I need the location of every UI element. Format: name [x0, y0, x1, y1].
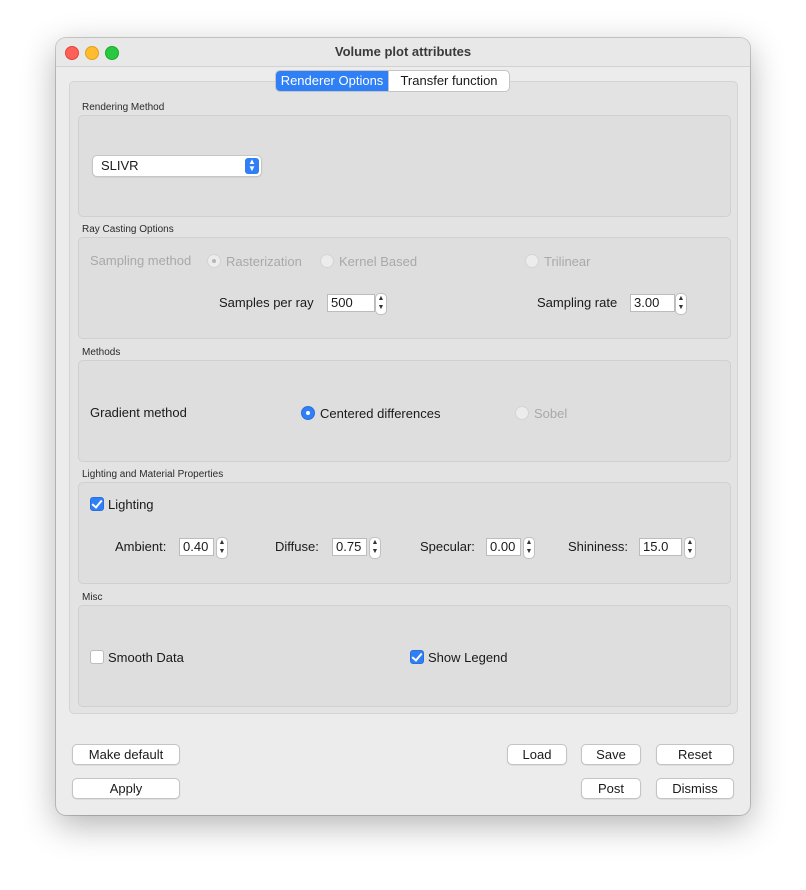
- title-bar[interactable]: Volume plot attributes: [56, 38, 750, 67]
- kernel-based-label: Kernel Based: [339, 254, 418, 269]
- sobel-radio[interactable]: [515, 406, 529, 420]
- rendering-method-select[interactable]: SLIVR ▲ ▼: [92, 155, 262, 177]
- lighting-group-label: Lighting and Material Properties: [82, 469, 224, 480]
- sobel-label: Sobel: [534, 406, 568, 421]
- load-button[interactable]: Load: [507, 744, 567, 765]
- diffuse-stepper[interactable]: ▲ ▼: [369, 537, 381, 559]
- tab-transfer-function[interactable]: Transfer function: [388, 71, 509, 91]
- rendering-method-label: Rendering Method: [82, 102, 165, 113]
- samples-per-ray-stepper[interactable]: ▲ ▼: [375, 293, 387, 315]
- specular-input[interactable]: 0.00: [486, 538, 521, 556]
- rasterization-label: Rasterization: [226, 254, 302, 269]
- methods-label: Methods: [82, 347, 121, 358]
- tab-bar: Renderer Options Transfer function: [275, 70, 510, 92]
- specular-stepper[interactable]: ▲ ▼: [523, 537, 535, 559]
- centered-differences-label: Centered differences: [320, 406, 441, 421]
- lighting-checkbox[interactable]: [90, 497, 104, 511]
- specular-label: Specular:: [420, 539, 475, 554]
- ambient-label: Ambient:: [115, 539, 167, 554]
- volume-plot-attributes-window: Volume plot attributes Renderer Options …: [56, 38, 750, 815]
- kernel-based-radio[interactable]: [320, 254, 334, 268]
- smooth-data-checkbox[interactable]: [90, 650, 104, 664]
- shininess-stepper[interactable]: ▲ ▼: [684, 537, 696, 559]
- sampling-rate-input[interactable]: 3.00: [630, 294, 675, 312]
- shininess-input[interactable]: 15.0: [639, 538, 682, 556]
- sampling-method-label: Sampling method: [90, 253, 192, 268]
- gradient-method-label: Gradient method: [90, 405, 187, 420]
- ambient-input[interactable]: 0.40: [179, 538, 214, 556]
- shininess-label: Shininess:: [568, 539, 628, 554]
- show-legend-checkbox[interactable]: [410, 650, 424, 664]
- ray-casting-label: Ray Casting Options: [82, 224, 174, 235]
- trilinear-label: Trilinear: [544, 254, 591, 269]
- smooth-data-label: Smooth Data: [108, 650, 184, 665]
- lighting-label: Lighting: [108, 497, 154, 512]
- show-legend-label: Show Legend: [428, 650, 508, 665]
- diffuse-label: Diffuse:: [275, 539, 319, 554]
- ambient-stepper[interactable]: ▲ ▼: [216, 537, 228, 559]
- tab-renderer-options[interactable]: Renderer Options: [276, 71, 388, 91]
- trilinear-radio[interactable]: [525, 254, 539, 268]
- lighting-group: [78, 482, 731, 584]
- centered-differences-radio[interactable]: [301, 406, 315, 420]
- make-default-button[interactable]: Make default: [72, 744, 180, 765]
- dismiss-button[interactable]: Dismiss: [656, 778, 734, 799]
- save-button[interactable]: Save: [581, 744, 641, 765]
- renderer-options-pane: Rendering Method SLIVR ▲ ▼ Ray Casting Op…: [69, 81, 738, 714]
- sampling-rate-label: Sampling rate: [537, 295, 618, 310]
- samples-per-ray-input[interactable]: 500: [327, 294, 375, 312]
- samples-per-ray-label: Samples per ray: [219, 295, 314, 310]
- chevron-updown-icon: ▲ ▼: [245, 158, 259, 174]
- rasterization-radio[interactable]: [207, 254, 221, 268]
- misc-label: Misc: [82, 592, 103, 603]
- reset-button[interactable]: Reset: [656, 744, 734, 765]
- sampling-rate-stepper[interactable]: ▲ ▼: [675, 293, 687, 315]
- rendering-method-value: SLIVR: [101, 158, 139, 173]
- apply-button[interactable]: Apply: [72, 778, 180, 799]
- window-title: Volume plot attributes: [334, 44, 472, 59]
- post-button[interactable]: Post: [581, 778, 641, 799]
- diffuse-input[interactable]: 0.75: [332, 538, 367, 556]
